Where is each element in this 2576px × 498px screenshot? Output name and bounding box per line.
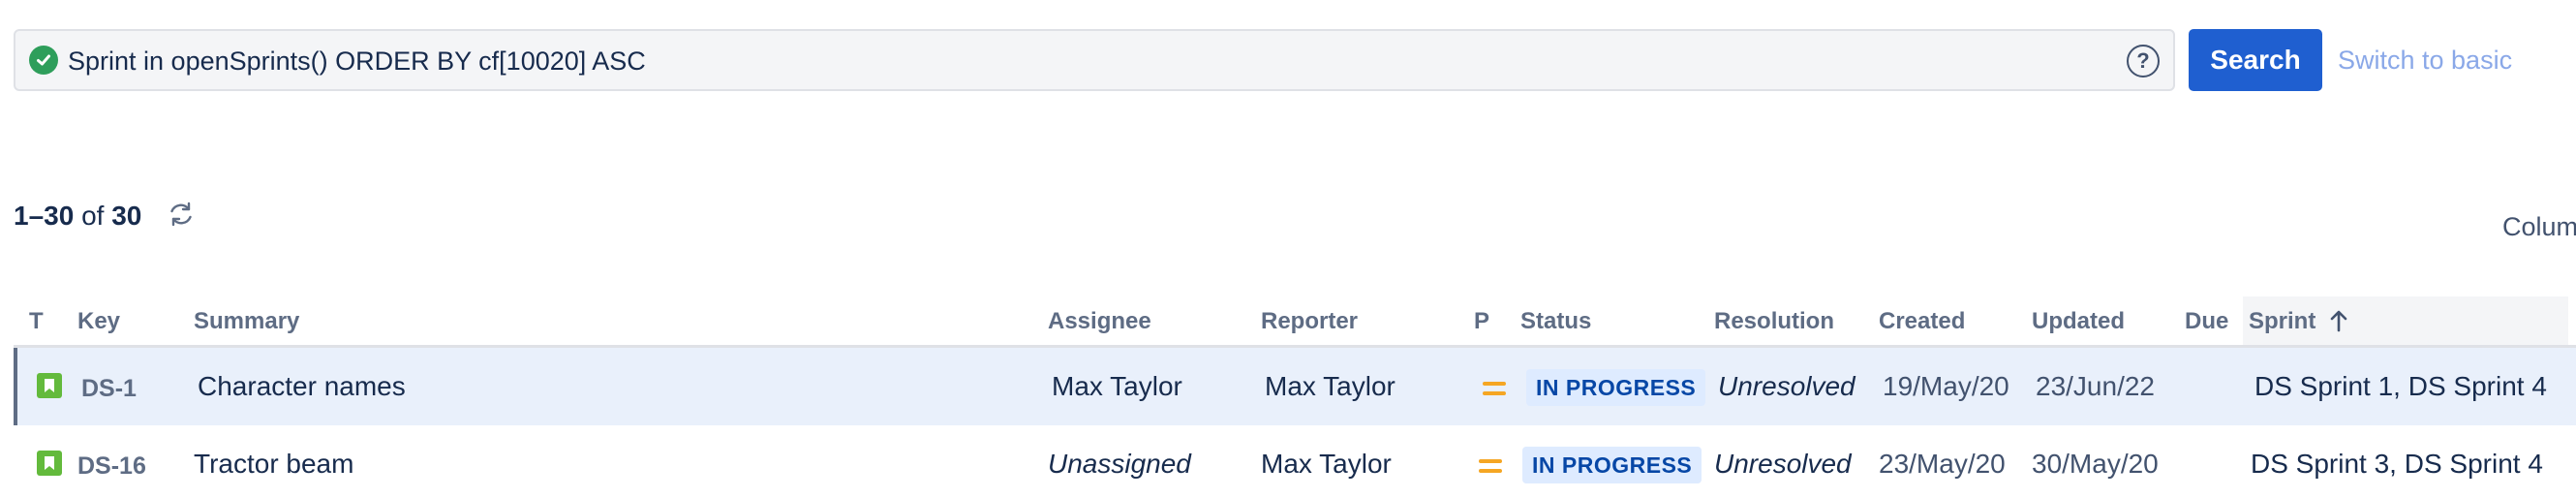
updated-date: 23/Jun/22 bbox=[2036, 371, 2155, 401]
column-header-priority[interactable]: P bbox=[1474, 308, 1489, 335]
jql-query-text[interactable]: Sprint in openSprints() ORDER BY cf[1002… bbox=[68, 47, 646, 76]
issue-key-link[interactable]: DS-16 bbox=[77, 451, 146, 482]
valid-query-check-icon bbox=[29, 46, 58, 75]
results-range: 1–30 bbox=[14, 201, 75, 231]
jql-search-input[interactable]: Sprint in openSprints() ORDER BY cf[1002… bbox=[14, 29, 2175, 91]
medium-priority-icon bbox=[1483, 382, 1506, 395]
issue-summary[interactable]: Tractor beam bbox=[194, 449, 353, 480]
updated-date: 30/May/20 bbox=[2032, 449, 2159, 479]
column-header-assignee[interactable]: Assignee bbox=[1048, 308, 1151, 335]
status-lozenge[interactable]: IN PROGRESS bbox=[1522, 447, 1702, 483]
table-row[interactable]: DS-16 Tractor beam Unassigned Max Taylor… bbox=[14, 425, 2576, 498]
issue-navigator: Sprint in openSprints() ORDER BY cf[1002… bbox=[0, 0, 2576, 498]
column-header-created[interactable]: Created bbox=[1879, 308, 1965, 335]
column-header-updated[interactable]: Updated bbox=[2032, 308, 2125, 335]
search-button[interactable]: Search bbox=[2189, 29, 2322, 91]
issue-key-link[interactable]: DS-1 bbox=[81, 373, 137, 404]
column-header-type[interactable]: T bbox=[29, 308, 44, 335]
help-question-icon[interactable]: ? bbox=[2127, 45, 2160, 78]
medium-priority-icon bbox=[1479, 459, 1502, 473]
resolution: Unresolved bbox=[1714, 449, 1852, 479]
table-row[interactable]: DS-1 Character names Max Taylor Max Tayl… bbox=[14, 348, 2576, 425]
column-header-summary[interactable]: Summary bbox=[194, 308, 299, 335]
results-count: 1–30 of 30 bbox=[14, 200, 141, 233]
reporter: Max Taylor bbox=[1261, 449, 1392, 479]
refresh-icon[interactable] bbox=[167, 200, 196, 229]
assignee: Max Taylor bbox=[1052, 371, 1182, 401]
column-header-reporter[interactable]: Reporter bbox=[1261, 308, 1358, 335]
resolution: Unresolved bbox=[1718, 371, 1855, 401]
column-header-resolution[interactable]: Resolution bbox=[1714, 308, 1834, 335]
column-header-key[interactable]: Key bbox=[77, 308, 120, 335]
columns-button[interactable]: Colum bbox=[2502, 211, 2576, 242]
story-icon bbox=[37, 451, 62, 476]
column-header-due[interactable]: Due bbox=[2185, 308, 2228, 335]
sprint-value: DS Sprint 3, DS Sprint 4 bbox=[2251, 449, 2543, 479]
created-date: 23/May/20 bbox=[1879, 449, 2006, 479]
sort-ascending-arrow-icon[interactable] bbox=[2328, 308, 2349, 333]
results-total: 30 bbox=[111, 201, 142, 231]
results-of-label: of bbox=[81, 201, 105, 231]
assignee: Unassigned bbox=[1048, 449, 1191, 479]
issue-summary[interactable]: Character names bbox=[198, 371, 406, 402]
sprint-value: DS Sprint 1, DS Sprint 4 bbox=[2254, 371, 2547, 401]
column-header-status[interactable]: Status bbox=[1520, 308, 1591, 335]
reporter: Max Taylor bbox=[1265, 371, 1395, 401]
story-icon bbox=[37, 373, 62, 398]
column-header-sprint[interactable]: Sprint bbox=[2249, 308, 2315, 335]
status-lozenge[interactable]: IN PROGRESS bbox=[1526, 369, 1706, 406]
created-date: 19/May/20 bbox=[1883, 371, 2009, 401]
switch-to-basic-link[interactable]: Switch to basic bbox=[2338, 45, 2512, 76]
